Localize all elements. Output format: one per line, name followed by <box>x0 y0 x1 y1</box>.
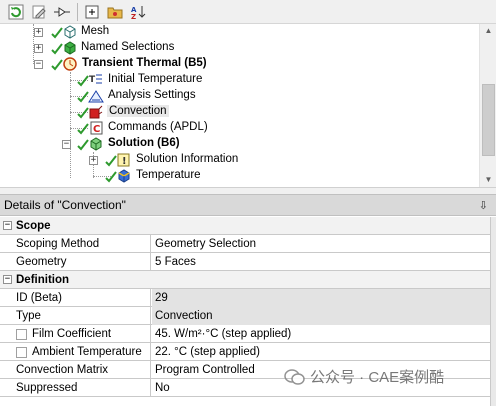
filter-icon[interactable] <box>52 2 72 22</box>
tree-item-solution-information[interactable]: Solution Information <box>136 153 238 165</box>
named-selection-icon <box>64 41 76 55</box>
svg-text:T: T <box>89 75 96 85</box>
property-row[interactable]: Scoping Method Geometry Selection <box>0 235 490 253</box>
property-label: ID (Beta) <box>14 289 151 307</box>
expand-toggle[interactable]: + <box>34 44 43 53</box>
mesh-icon <box>64 25 76 39</box>
solution-information-icon: ! <box>117 153 130 167</box>
property-label: Geometry <box>14 253 151 271</box>
property-label: Suppressed <box>14 379 151 397</box>
expand-all-icon[interactable] <box>82 2 102 22</box>
property-row[interactable]: Type Convection <box>0 307 490 325</box>
panel-splitter[interactable] <box>0 187 496 194</box>
watermark: 公众号 · CAE案例酷 <box>284 366 444 387</box>
svg-text:!: ! <box>122 156 127 167</box>
outline-tree: + Mesh + Named Selections − Transient Th… <box>0 24 496 187</box>
tree-toolbar: AZ <box>0 0 496 24</box>
sort-icon[interactable]: AZ <box>128 2 148 22</box>
tree-item-mesh[interactable]: Mesh <box>81 25 109 37</box>
tree-item-solution[interactable]: Solution (B6) <box>108 137 180 149</box>
property-value[interactable]: 5 Faces <box>152 253 490 271</box>
details-title: Details of "Convection" <box>4 198 126 212</box>
scroll-thumb[interactable] <box>482 84 495 156</box>
wechat-logo-icon <box>284 368 305 385</box>
group-row-definition[interactable]: − Definition <box>0 271 490 289</box>
scroll-down-icon[interactable]: ▼ <box>480 173 496 187</box>
collapse-toggle[interactable]: − <box>62 140 71 149</box>
property-value[interactable]: 45. W/m²·°C (step applied) <box>152 325 490 343</box>
expand-toggle[interactable]: + <box>34 28 43 37</box>
tree-item-convection[interactable]: Convection <box>107 105 169 117</box>
tree-guide <box>70 72 71 178</box>
toolbar-separator <box>77 2 78 21</box>
tree-item-commands-apdl[interactable]: Commands (APDL) <box>108 121 208 133</box>
tree-item-analysis-settings[interactable]: Analysis Settings <box>108 89 196 101</box>
pin-icon[interactable]: ⇩ <box>479 199 488 212</box>
tree-item-named-selections[interactable]: Named Selections <box>81 41 174 53</box>
property-label: Film Coefficient <box>14 325 151 343</box>
tree-scrollbar[interactable]: ▲ ▼ <box>479 24 496 187</box>
solution-icon <box>90 137 102 151</box>
property-label: Type <box>14 307 151 325</box>
commands-icon: C <box>90 121 103 135</box>
property-row[interactable]: Ambient Temperature 22. °C (step applied… <box>0 343 490 361</box>
property-row[interactable]: ID (Beta) 29 <box>0 289 490 307</box>
collapse-toggle[interactable]: − <box>34 60 43 69</box>
group-title-scope: Scope <box>16 220 51 232</box>
collapse-toggle[interactable]: − <box>3 221 12 230</box>
tree-item-transient-thermal[interactable]: Transient Thermal (B5) <box>82 57 207 69</box>
grid-edge <box>490 217 496 406</box>
watermark-text: 公众号 · CAE案例酷 <box>310 369 445 386</box>
clock-icon <box>63 57 77 71</box>
edit-icon[interactable] <box>29 2 49 22</box>
refresh-icon[interactable] <box>6 2 26 22</box>
svg-text:C: C <box>93 124 100 135</box>
svg-text:Z: Z <box>131 13 136 20</box>
property-label: Scoping Method <box>14 235 151 253</box>
tree-item-temperature[interactable]: Temperature <box>136 169 201 181</box>
property-value[interactable]: 22. °C (step applied) <box>152 343 490 361</box>
initial-temperature-icon: T <box>89 74 102 85</box>
property-row[interactable]: Geometry 5 Faces <box>0 253 490 271</box>
analysis-settings-icon <box>88 90 104 103</box>
temperature-result-icon <box>118 169 130 183</box>
group-row-scope[interactable]: − Scope <box>0 217 490 235</box>
expand-toggle[interactable]: + <box>89 156 98 165</box>
property-row[interactable]: Film Coefficient 45. W/m²·°C (step appli… <box>0 325 490 343</box>
property-value: Convection <box>152 307 490 325</box>
collapse-toggle[interactable]: − <box>3 275 12 284</box>
property-value[interactable]: Geometry Selection <box>152 235 490 253</box>
convection-icon <box>89 105 103 119</box>
details-header: Details of "Convection" ⇩ <box>0 194 496 216</box>
property-label: Ambient Temperature <box>14 343 151 361</box>
property-value: 29 <box>152 289 490 307</box>
group-title-definition: Definition <box>16 274 70 286</box>
tree-item-initial-temperature[interactable]: Initial Temperature <box>108 73 202 85</box>
folder-icon[interactable] <box>105 2 125 22</box>
scroll-up-icon[interactable]: ▲ <box>480 24 496 38</box>
property-label: Convection Matrix <box>14 361 151 379</box>
